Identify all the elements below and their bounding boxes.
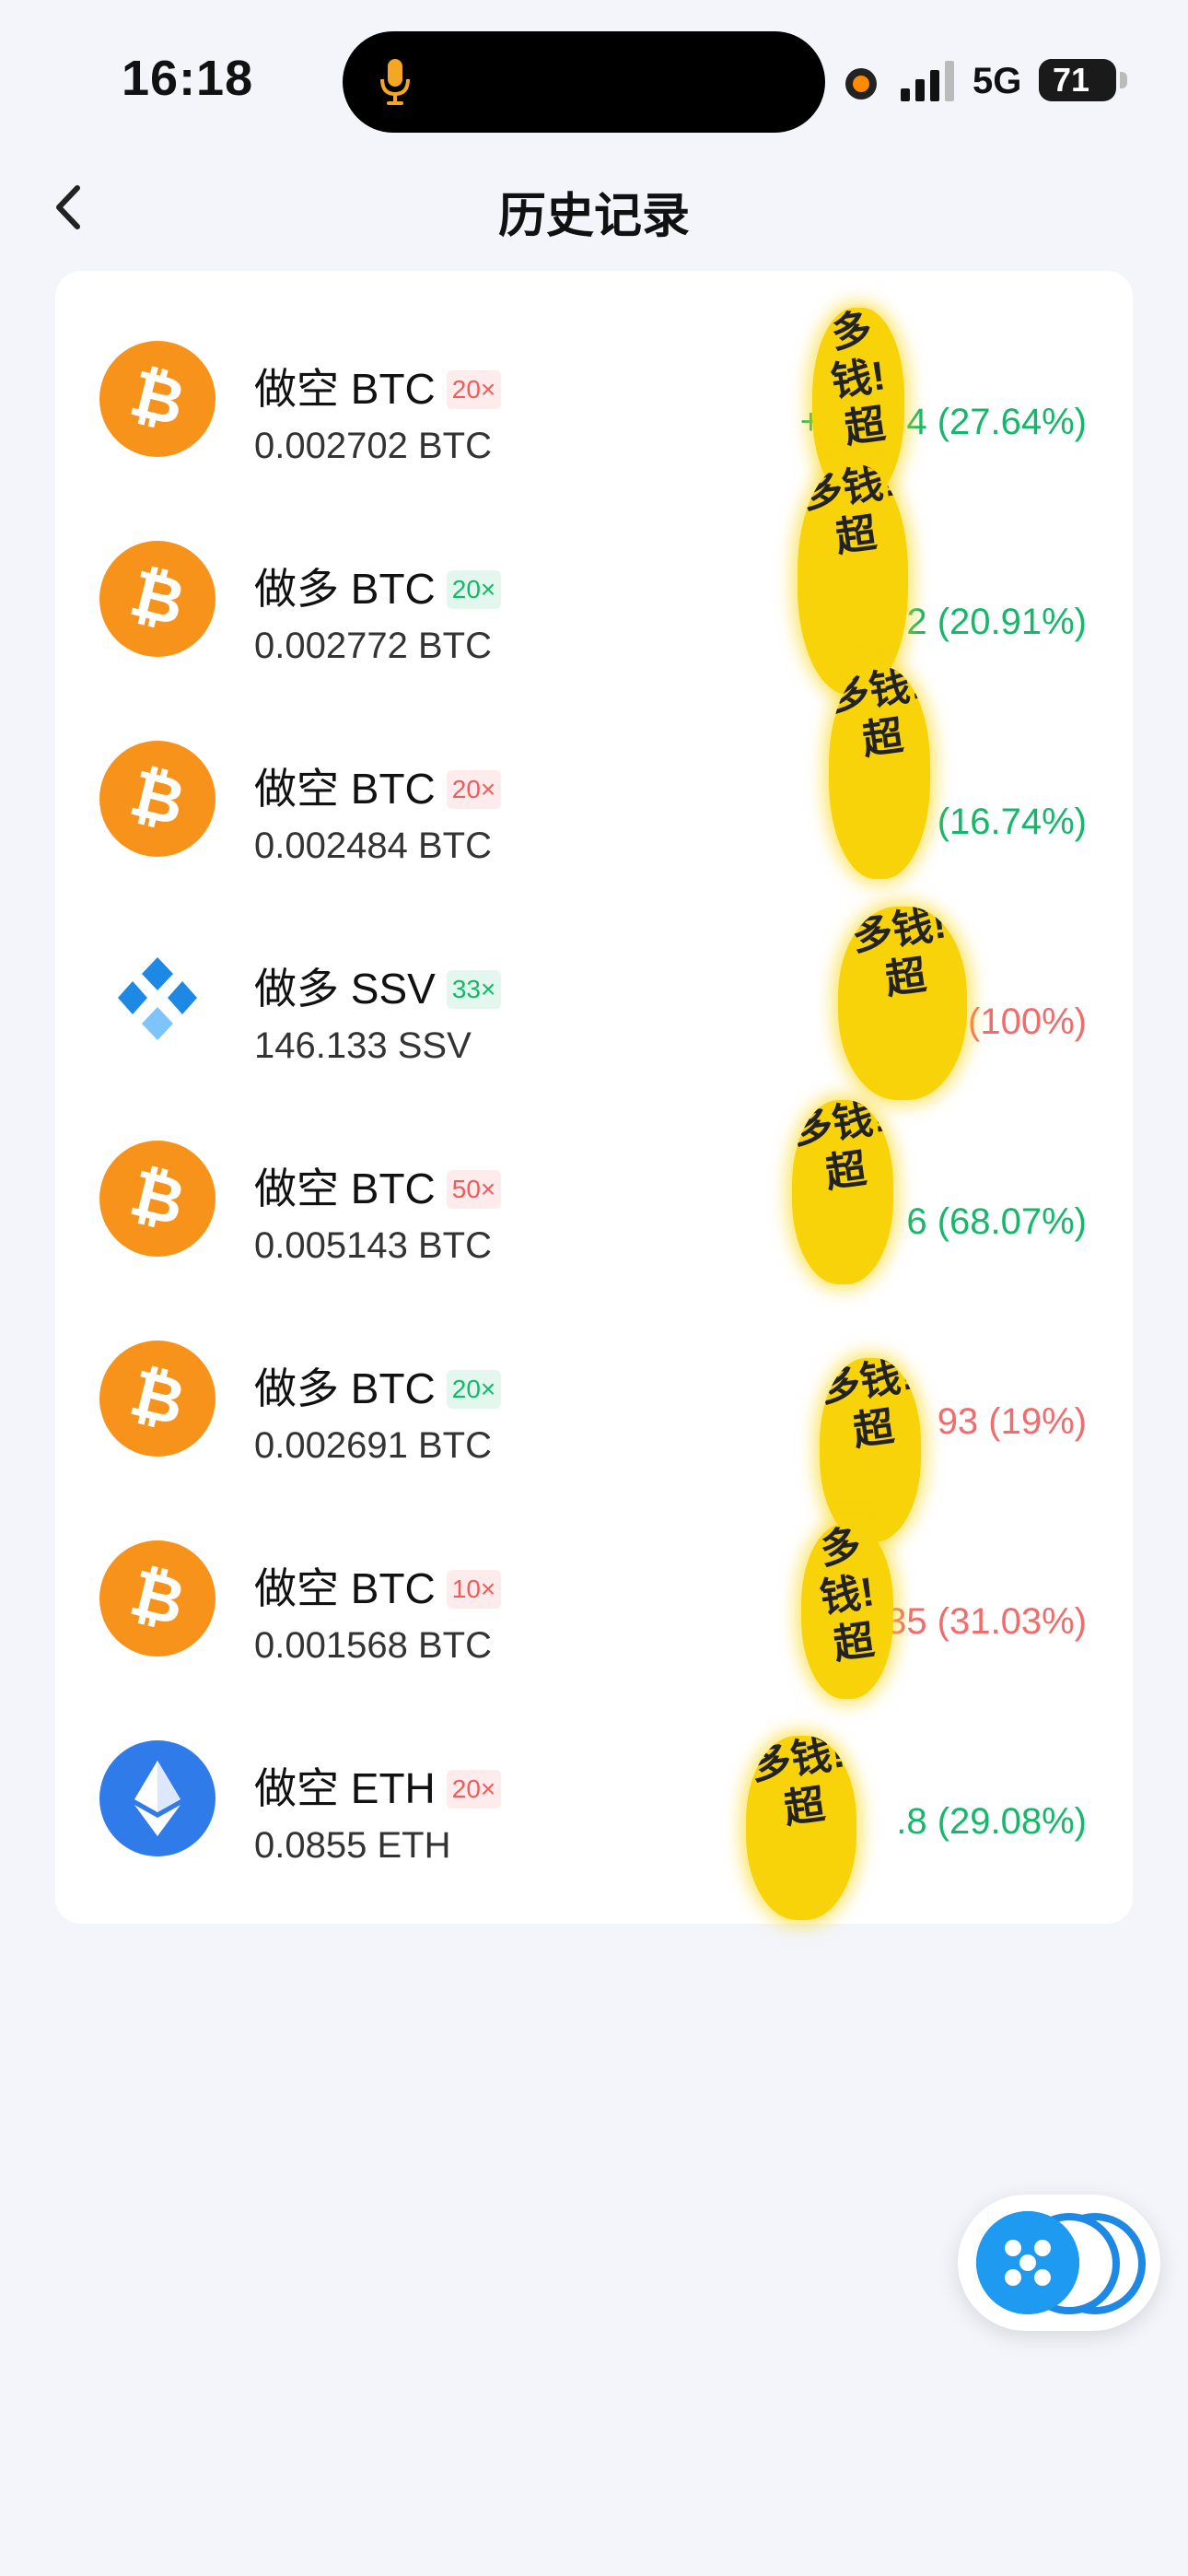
leverage-badge: 20×	[446, 1370, 502, 1409]
leverage-badge: 10×	[446, 1570, 502, 1609]
position-title: 做空 BTC 50×	[254, 1155, 502, 1216]
leverage-badge: 33×	[446, 970, 502, 1009]
leverage-badge: 20×	[446, 770, 502, 809]
sticker-text: 多钱!超	[849, 907, 949, 1003]
position-name: 做空 BTC	[254, 365, 436, 413]
sticker-text: 多钱!超	[829, 667, 926, 764]
bitcoin-icon: ₿	[99, 1341, 215, 1457]
svg-text:₿: ₿	[123, 1154, 192, 1240]
floating-assistant-button[interactable]	[958, 2195, 1160, 2331]
sticker-overlay: 多钱!超	[746, 1736, 856, 1920]
sticker-overlay: 多钱!超	[820, 1358, 921, 1542]
sticker-text: 多钱!超	[792, 1100, 890, 1197]
bitcoin-icon: ₿	[99, 741, 215, 857]
history-row[interactable]: ₿做空 BTC20×0.002484 BTC+(16.74%)	[55, 698, 1133, 897]
position-title: 做多 SSV 33×	[254, 955, 502, 1016]
pnl-suffix: 2 (20.91%)	[906, 602, 1087, 642]
position-name: 做空 BTC	[254, 1165, 436, 1212]
position-amount: 0.001568 BTC	[254, 1625, 492, 1666]
position-amount: 0.002484 BTC	[254, 825, 492, 866]
microphone-icon	[380, 59, 410, 105]
position-amount: 0.002772 BTC	[254, 626, 492, 666]
ssv-icon	[99, 941, 215, 1057]
position-name: 做空 ETH	[254, 1764, 436, 1812]
status-time: 16:18	[122, 51, 254, 106]
position-name: 做多 BTC	[254, 1364, 436, 1412]
position-amount: 0.0855 ETH	[254, 1825, 451, 1866]
svg-text:₿: ₿	[123, 555, 192, 640]
sticker-overlay: 多钱!超	[801, 1524, 893, 1699]
svg-text:₿: ₿	[123, 755, 192, 840]
pnl-suffix: 93 (19%)	[937, 1401, 1087, 1442]
pnl-value: .8 (29.08%)	[832, 1801, 1087, 1843]
sticker-text: 多钱!超	[799, 464, 900, 561]
signal-strength-icon	[901, 61, 954, 101]
history-row[interactable]: ₿做空 BTC10×0.001568 BTC-35 (31.03%)	[55, 1498, 1133, 1697]
pnl-suffix: 4 (27.64%)	[906, 402, 1087, 442]
position-title: 做空 BTC 10×	[254, 1555, 502, 1616]
pnl-suffix: 6 (68.07%)	[906, 1201, 1087, 1242]
battery-percentage: 71	[1052, 61, 1090, 99]
pnl-suffix: 35 (31.03%)	[886, 1601, 1087, 1642]
history-row[interactable]: 做空 ETH 20× 0.0855 ETH .8 (29.08%)	[55, 1698, 1133, 1897]
history-row[interactable]: ₿做空 BTC50×0.005143 BTC+6 (68.07%)	[55, 1098, 1133, 1297]
leverage-badge: 20×	[446, 1770, 502, 1809]
bitcoin-icon: ₿	[99, 1141, 215, 1257]
pnl-suffix: (100%)	[968, 1001, 1087, 1042]
sticker-text: 多钱!超	[817, 1524, 878, 1669]
pnl-suffix: (16.74%)	[937, 802, 1087, 842]
svg-text:₿: ₿	[123, 355, 192, 440]
sticker-text: 多钱!超	[820, 1358, 917, 1455]
pnl-suffix: .8 (29.08%)	[896, 1801, 1087, 1842]
svg-text:₿: ₿	[123, 1354, 192, 1440]
history-row[interactable]: ₿ 做多 BTC 20× 0.002691 BTC 93 (19%)	[55, 1298, 1133, 1497]
position-name: 做多 BTC	[254, 565, 436, 613]
history-row[interactable]: 做多 SSV33×146.133 SSV-$(100%)	[55, 898, 1133, 1097]
position-amount: 146.133 SSV	[254, 1025, 472, 1066]
status-bar: 16:18 5G 71	[0, 0, 1188, 157]
position-title: 做空 ETH 20×	[254, 1755, 502, 1816]
page-title: 历史记录	[497, 190, 690, 243]
sticker-overlay: 多钱!超	[838, 907, 967, 1100]
leverage-badge: 20×	[446, 370, 502, 409]
position-title: 做多 BTC 20×	[254, 556, 502, 616]
dynamic-island	[343, 31, 825, 133]
position-title: 做空 BTC 20×	[254, 356, 502, 416]
position-name: 做空 BTC	[254, 765, 436, 813]
history-row[interactable]: ₿做空 BTC20×0.002702 BTC+$4 (27.64%)	[55, 299, 1133, 498]
position-amount: 0.005143 BTC	[254, 1225, 492, 1266]
network-type: 5G	[973, 61, 1022, 101]
leverage-badge: 50×	[446, 1170, 502, 1209]
position-title: 做空 BTC 20×	[254, 755, 502, 816]
sticker-overlay: 多钱!超	[792, 1100, 893, 1284]
bitcoin-icon: ₿	[99, 541, 215, 657]
history-row[interactable]: ₿做多 BTC20×0.002772 BTC+$2 (20.91%)	[55, 498, 1133, 697]
position-amount: 0.002702 BTC	[254, 426, 492, 466]
leverage-badge: 20×	[446, 570, 502, 609]
sticker-overlay: 多钱!超	[798, 464, 908, 695]
bitcoin-icon: ₿	[99, 1540, 215, 1657]
position-amount: 0.002691 BTC	[254, 1425, 492, 1466]
bitcoin-icon: ₿	[99, 341, 215, 457]
battery-icon: 71	[1039, 59, 1116, 101]
sticker-overlay: 多钱!超	[829, 667, 930, 879]
assistant-icon	[976, 2211, 1079, 2314]
sticker-text: 多钱!超	[748, 1736, 848, 1832]
recording-indicator-icon	[845, 68, 877, 100]
ethereum-icon	[99, 1740, 215, 1856]
svg-text:₿: ₿	[123, 1554, 192, 1640]
position-name: 做空 BTC	[254, 1564, 436, 1612]
battery-tip	[1120, 72, 1127, 88]
position-name: 做多 SSV	[254, 965, 436, 1013]
history-list: ₿做空 BTC20×0.002702 BTC+$4 (27.64%)₿做多 BT…	[55, 271, 1133, 1924]
sticker-text: 多钱!超	[828, 308, 889, 452]
position-title: 做多 BTC 20×	[254, 1355, 502, 1416]
